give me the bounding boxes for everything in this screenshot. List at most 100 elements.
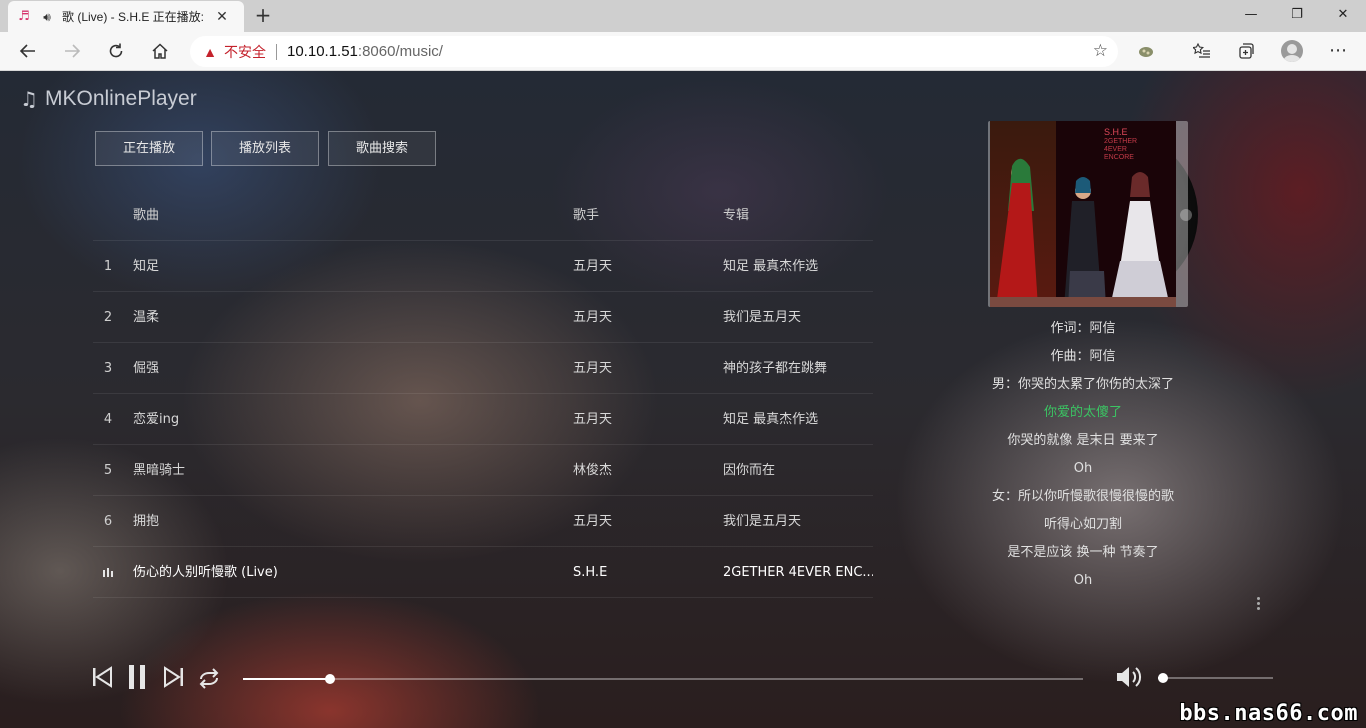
app-logo: ♫ MKOnlinePlayer <box>20 87 197 111</box>
new-tab-button[interactable]: + <box>252 5 274 27</box>
browser-tab-strip: ♬ 🔊︎ 歌 (Live) - S.H.E 正在播放: 伤 ✕ + — ❐ ✕ <box>0 0 1366 32</box>
browser-toolbar: ▲ 不安全 10.10.1.51 :8060/music/ ☆ ⋯ <box>0 32 1366 71</box>
cover-subtitle-line: 4EVER <box>1104 146 1127 153</box>
lyric-line: 男：你哭的太累了你伤的太深了 <box>991 377 1174 392</box>
back-arrow-icon[interactable] <box>12 36 44 66</box>
song-artist[interactable]: S.H.E <box>573 547 607 598</box>
song-artist[interactable]: 五月天 <box>573 394 612 445</box>
tab-close-icon[interactable]: ✕ <box>214 9 230 25</box>
tab-audio-playing-icon[interactable]: 🔊︎ <box>38 9 56 25</box>
window-minimize-button[interactable]: — <box>1228 0 1274 30</box>
header-artist: 歌手 <box>573 208 600 223</box>
song-row[interactable]: 2 温柔 五月天 我们是五月天 <box>93 292 873 343</box>
song-title[interactable]: 拥抱 <box>133 496 553 547</box>
album-cover-art <box>990 121 1176 307</box>
volume-handle[interactable] <box>1157 673 1168 683</box>
progress-fill <box>243 678 330 680</box>
song-number: 5 <box>103 463 113 478</box>
lyric-line: 是不是应该 换一种 节奏了 <box>1007 545 1159 560</box>
song-number: 2 <box>103 310 113 325</box>
extension-icon[interactable] <box>1130 36 1162 66</box>
lyric-line-current: 你爱的太傻了 <box>1043 405 1122 420</box>
warning-triangle-icon[interactable]: ▲ <box>202 44 218 60</box>
song-title[interactable]: 恋爱ing <box>133 394 553 445</box>
song-title[interactable]: 黑暗骑士 <box>133 445 553 496</box>
volume-speaker-icon[interactable] <box>1114 663 1144 691</box>
lyric-line: 作曲：阿信 <box>1050 349 1116 364</box>
album-cover: S.H.E 2GETHER 4EVER ENCORE <box>990 121 1176 307</box>
song-artist[interactable]: 五月天 <box>573 343 612 394</box>
song-row[interactable]: 3 倔强 五月天 神的孩子都在跳舞 <box>93 343 873 394</box>
lyrics-scroll-handle[interactable] <box>1257 597 1261 613</box>
music-note-icon: ♫ <box>20 87 38 111</box>
not-secure-label[interactable]: 不安全 <box>224 42 266 62</box>
lyric-line: Oh <box>1073 573 1093 588</box>
favorite-star-icon[interactable]: ☆ <box>1093 41 1108 61</box>
song-album[interactable]: 神的孩子都在跳舞 <box>723 343 873 394</box>
lyric-line: 听得心如刀割 <box>1043 517 1122 532</box>
repeat-loop-icon[interactable] <box>196 663 224 691</box>
song-album[interactable]: 2GETHER 4EVER ENC... <box>723 547 873 598</box>
url-path: :8060/music/ <box>357 43 443 60</box>
progress-handle[interactable] <box>324 674 335 684</box>
song-album[interactable]: 知足 最真杰作选 <box>723 241 873 292</box>
cover-subtitle-line: 2GETHER <box>1104 138 1138 145</box>
song-album[interactable]: 我们是五月天 <box>723 496 873 547</box>
address-bar[interactable]: ▲ 不安全 10.10.1.51 :8060/music/ ☆ <box>190 36 1118 67</box>
song-artist[interactable]: 五月天 <box>573 241 612 292</box>
now-playing-bars-icon <box>103 568 115 577</box>
tab-song-search[interactable]: 歌曲搜索 <box>328 131 436 166</box>
tab-title: 歌 (Live) - S.H.E 正在播放: 伤 <box>62 10 206 24</box>
song-number: 4 <box>103 412 113 427</box>
address-divider <box>276 43 277 60</box>
logo-text: MKOnlinePlayer <box>45 87 197 110</box>
song-title[interactable]: 温柔 <box>133 292 553 343</box>
song-artist[interactable]: 林俊杰 <box>573 445 612 496</box>
song-album[interactable]: 我们是五月天 <box>723 292 873 343</box>
song-number: 1 <box>103 259 113 274</box>
next-track-icon[interactable] <box>162 663 190 691</box>
site-watermark: bbs.nas66.com <box>1179 701 1358 726</box>
song-row[interactable]: 4 恋爱ing 五月天 知足 最真杰作选 <box>93 394 873 445</box>
progress-slider[interactable] <box>243 674 1083 684</box>
song-row[interactable]: 5 黑暗骑士 林俊杰 因你而在 <box>93 445 873 496</box>
lyrics-panel: 作词：阿信 作曲：阿信 男：你哭的太累了你伤的太深了 你爱的太傻了 你哭的就像 … <box>950 315 1216 595</box>
song-row-now-playing[interactable]: 伤心的人别听慢歌 (Live) S.H.E 2GETHER 4EVER ENC.… <box>93 547 873 598</box>
song-title[interactable]: 伤心的人别听慢歌 (Live) <box>133 547 553 598</box>
forward-arrow-icon[interactable] <box>56 36 88 66</box>
window-close-button[interactable]: ✕ <box>1320 0 1366 30</box>
lyric-line: 你哭的就像 是末日 要来了 <box>1007 433 1159 448</box>
song-list-header: 歌曲 歌手 专辑 <box>93 191 873 241</box>
song-album[interactable]: 知足 最真杰作选 <box>723 394 873 445</box>
url-host: 10.10.1.51 <box>287 43 358 60</box>
tab-playlist[interactable]: 播放列表 <box>211 131 319 166</box>
song-album[interactable]: 因你而在 <box>723 445 873 496</box>
song-row[interactable]: 6 拥抱 五月天 我们是五月天 <box>93 496 873 547</box>
lyric-line: Oh <box>1073 461 1093 476</box>
tab-now-playing[interactable]: 正在播放 <box>95 131 203 166</box>
profile-avatar[interactable] <box>1281 40 1303 62</box>
song-title[interactable]: 倔强 <box>133 343 553 394</box>
song-title[interactable]: 知足 <box>133 241 553 292</box>
refresh-icon[interactable] <box>100 36 132 66</box>
browser-tab[interactable]: ♬ 🔊︎ 歌 (Live) - S.H.E 正在播放: 伤 ✕ <box>8 1 244 32</box>
pause-icon[interactable] <box>126 663 154 691</box>
favorites-list-icon[interactable] <box>1186 36 1218 66</box>
previous-track-icon[interactable] <box>90 663 118 691</box>
song-artist[interactable]: 五月天 <box>573 496 612 547</box>
song-number: 3 <box>103 361 113 376</box>
music-note-favicon-icon: ♬ <box>18 8 30 24</box>
song-row[interactable]: 1 知足 五月天 知足 最真杰作选 <box>93 241 873 292</box>
cover-subtitle-line: ENCORE <box>1104 154 1134 161</box>
home-icon[interactable] <box>144 36 176 66</box>
music-player-page: ♫ MKOnlinePlayer 正在播放 播放列表 歌曲搜索 歌曲 歌手 专辑… <box>0 71 1366 728</box>
header-album: 专辑 <box>723 208 750 223</box>
cover-subtitle: 2GETHER 4EVER ENCORE <box>1104 138 1137 162</box>
more-options-icon[interactable]: ⋯ <box>1322 36 1354 66</box>
collections-icon[interactable] <box>1230 36 1262 66</box>
song-artist[interactable]: 五月天 <box>573 292 612 343</box>
volume-slider[interactable] <box>1157 673 1273 683</box>
lyric-line: 作词：阿信 <box>1050 321 1116 336</box>
window-maximize-button[interactable]: ❐ <box>1274 0 1320 30</box>
song-number: 6 <box>103 514 113 529</box>
